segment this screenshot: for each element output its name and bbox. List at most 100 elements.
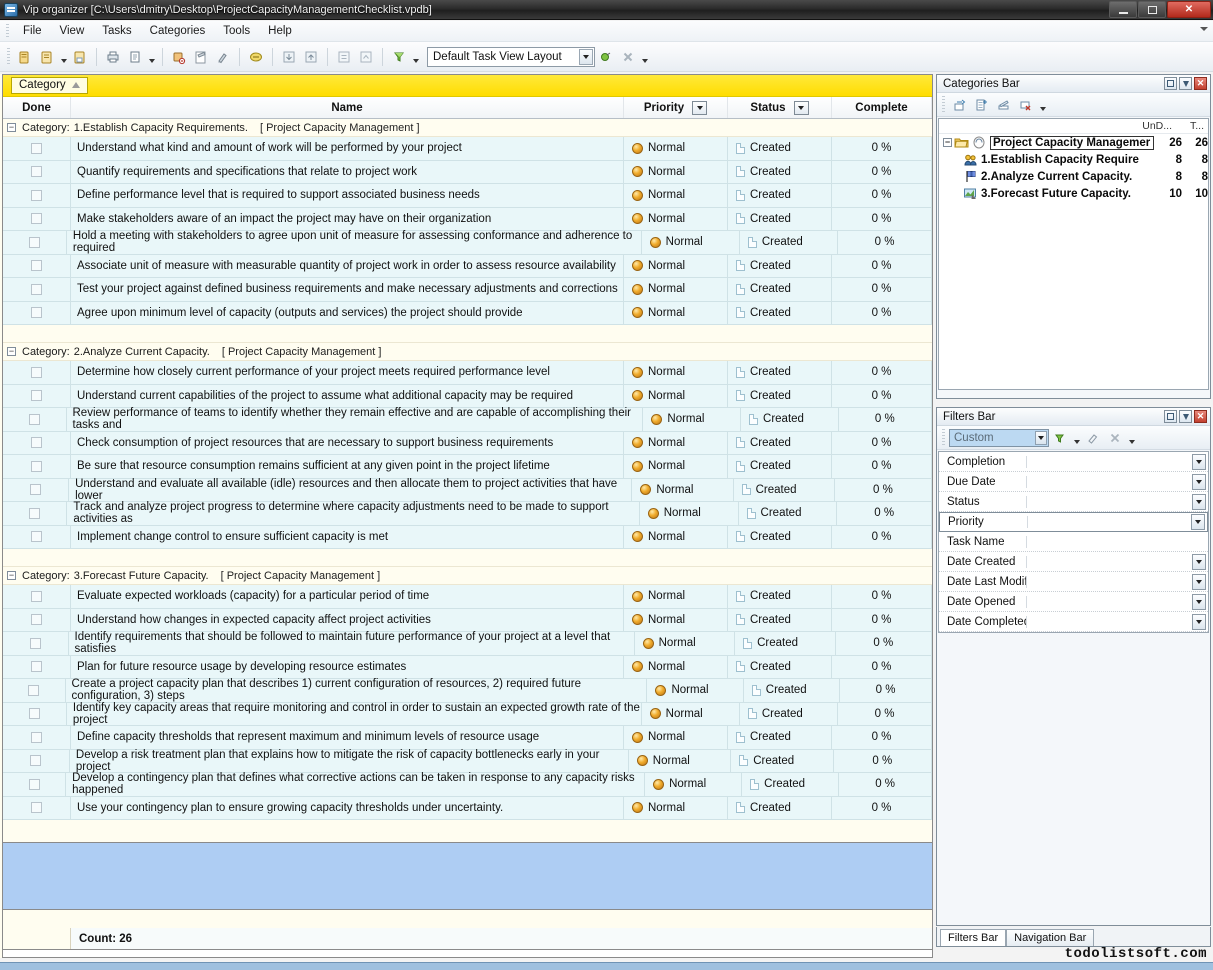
task-name-cell[interactable]: Develop a risk treatment plan that expla… <box>69 749 629 773</box>
task-done-cell[interactable] <box>3 301 71 324</box>
task-name-cell[interactable]: Understand and evaluate all available (i… <box>69 478 633 502</box>
task-done-cell[interactable] <box>3 632 69 655</box>
task-priority-cell[interactable]: Normal <box>624 137 728 160</box>
done-checkbox[interactable] <box>28 684 40 696</box>
task-done-cell[interactable] <box>3 796 71 819</box>
task-done-cell[interactable] <box>3 608 71 631</box>
task-name-cell[interactable]: Be sure that resource consumption remain… <box>71 455 624 478</box>
task-priority-cell[interactable]: Normal <box>639 502 739 525</box>
task-done-cell[interactable] <box>3 184 71 207</box>
filters-dock-menu-icon[interactable] <box>1164 410 1177 423</box>
delete-category-icon[interactable] <box>1015 95 1037 115</box>
priority-filter-icon[interactable] <box>692 100 708 115</box>
task-status-cell[interactable]: Created <box>728 361 832 384</box>
task-status-cell[interactable]: Created <box>728 254 832 277</box>
done-checkbox[interactable] <box>31 142 42 154</box>
task-complete-cell[interactable]: 0 % <box>832 525 932 548</box>
task-done-cell[interactable] <box>3 525 71 548</box>
task-priority-cell[interactable]: Normal <box>624 455 728 478</box>
task-name-cell[interactable]: Define performance level that is require… <box>71 184 624 207</box>
task-name-cell[interactable]: Use your contingency plan to ensure grow… <box>71 796 624 819</box>
table-row[interactable]: Associate unit of measure with measurabl… <box>3 254 932 278</box>
task-complete-cell[interactable]: 0 % <box>835 632 932 655</box>
task-priority-cell[interactable]: Normal <box>641 231 740 254</box>
table-row[interactable]: Track and analyze project progress to de… <box>3 501 932 526</box>
column-header-priority[interactable]: Priority <box>624 97 728 118</box>
category-tree-node[interactable]: 2.Analyze Current Capacity. 8 8 <box>939 168 1208 185</box>
table-row[interactable]: Identify requirements that should be fol… <box>3 631 932 656</box>
done-checkbox[interactable] <box>30 755 42 767</box>
task-done-cell[interactable] <box>3 749 70 772</box>
filter-value-dropdown-icon[interactable] <box>1192 593 1206 610</box>
task-status-cell[interactable]: Created <box>743 679 841 702</box>
filter-row[interactable]: Date Completed <box>939 612 1208 632</box>
task-name-cell[interactable]: Determine how closely current performanc… <box>71 361 624 384</box>
done-checkbox[interactable] <box>29 637 41 649</box>
new-category-icon[interactable] <box>168 46 190 68</box>
move-up-icon[interactable] <box>300 46 322 68</box>
done-checkbox[interactable] <box>28 778 40 790</box>
task-complete-cell[interactable]: 0 % <box>838 408 932 431</box>
task-status-cell[interactable]: Created <box>728 301 832 324</box>
group-collapse-icon[interactable]: − <box>7 571 16 580</box>
task-priority-cell[interactable]: Normal <box>645 773 743 796</box>
task-complete-cell[interactable]: 0 % <box>832 278 932 301</box>
task-status-cell[interactable]: Created <box>741 408 839 431</box>
done-checkbox[interactable] <box>31 260 42 272</box>
task-name-cell[interactable]: Associate unit of measure with measurabl… <box>71 254 624 277</box>
task-name-cell[interactable]: Evaluate expected workloads (capacity) f… <box>71 585 624 608</box>
column-header-status[interactable]: Status <box>728 97 832 118</box>
task-status-cell[interactable]: Created <box>728 455 832 478</box>
filters-toolbar-grip[interactable] <box>942 428 945 447</box>
filters-pin-icon[interactable] <box>1179 410 1192 423</box>
task-priority-cell[interactable]: Normal <box>634 632 736 655</box>
filter-row[interactable]: Status <box>939 492 1208 512</box>
filter-dropdown-icon[interactable] <box>410 47 421 67</box>
table-row[interactable]: Plan for future resource usage by develo… <box>3 655 932 679</box>
filter-value-dropdown-icon[interactable] <box>1192 573 1206 590</box>
task-complete-cell[interactable]: 0 % <box>832 796 932 819</box>
filter-row[interactable]: Due Date <box>939 472 1208 492</box>
task-done-cell[interactable] <box>3 585 71 608</box>
task-priority-cell[interactable]: Normal <box>624 160 728 183</box>
done-checkbox[interactable] <box>31 166 42 178</box>
task-complete-cell[interactable]: 0 % <box>832 137 932 160</box>
done-checkbox[interactable] <box>28 413 40 425</box>
task-complete-cell[interactable]: 0 % <box>832 726 932 749</box>
task-priority-cell[interactable]: Normal <box>624 608 728 631</box>
task-done-cell[interactable] <box>3 408 67 431</box>
task-priority-cell[interactable]: Normal <box>624 384 728 407</box>
task-complete-cell[interactable]: 0 % <box>832 431 932 454</box>
column-header-name[interactable]: Name <box>71 97 624 118</box>
task-name-cell[interactable]: Identify key capacity areas that require… <box>66 702 642 726</box>
task-priority-cell[interactable]: Normal <box>643 408 742 431</box>
done-checkbox[interactable] <box>28 708 40 720</box>
table-row[interactable]: Quantify requirements and specifications… <box>3 160 932 184</box>
task-done-cell[interactable] <box>3 431 71 454</box>
new-task-icon[interactable] <box>14 46 36 68</box>
filter-value-dropdown-icon[interactable] <box>1192 613 1206 630</box>
filter-row[interactable]: Date Last Modifi <box>939 572 1208 592</box>
menu-grip[interactable] <box>6 24 9 38</box>
task-complete-cell[interactable]: 0 % <box>832 384 932 407</box>
filter-value-dropdown-icon[interactable] <box>1191 514 1205 530</box>
task-complete-cell[interactable]: 0 % <box>838 231 932 254</box>
filter-row[interactable]: Completion <box>939 452 1208 472</box>
menu-tools[interactable]: Tools <box>214 23 259 39</box>
task-complete-cell[interactable]: 0 % <box>832 184 932 207</box>
task-name-cell[interactable]: Review performance of teams to identify … <box>66 407 644 431</box>
layout-combobox[interactable]: Default Task View Layout <box>427 46 595 67</box>
task-name-cell[interactable]: Understand what kind and amount of work … <box>71 137 624 160</box>
task-status-cell[interactable]: Created <box>731 749 834 772</box>
menu-overflow-icon[interactable] <box>1200 27 1208 31</box>
print-icon[interactable] <box>102 46 124 68</box>
done-checkbox[interactable] <box>31 802 42 814</box>
task-priority-cell[interactable]: Normal <box>624 301 728 324</box>
apply-layout-icon[interactable] <box>595 46 617 68</box>
task-status-cell[interactable]: Created <box>728 525 832 548</box>
filter-dropdown-icon[interactable] <box>1071 428 1082 448</box>
toolbar-overflow-icon[interactable] <box>639 47 650 67</box>
categories-overflow-icon[interactable] <box>1037 95 1048 115</box>
task-done-cell[interactable] <box>3 702 67 725</box>
grid-selection-area[interactable] <box>3 842 932 910</box>
